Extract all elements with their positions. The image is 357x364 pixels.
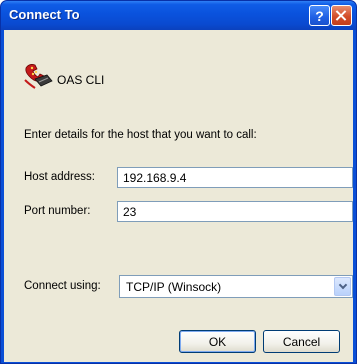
connect-to-dialog: Connect To ? OAS CLI Enter details for t… — [0, 0, 357, 364]
port-number-input[interactable] — [117, 201, 353, 222]
connect-using-select[interactable]: TCP/IP (Winsock) — [119, 275, 353, 298]
dropdown-button[interactable] — [334, 277, 351, 296]
connect-using-value: TCP/IP (Winsock) — [126, 280, 222, 294]
title-bar[interactable]: Connect To ? — [1, 1, 356, 30]
instruction-text: Enter details for the host that you want… — [24, 129, 257, 141]
phone-connection-icon — [24, 64, 53, 89]
dialog-body: OAS CLI Enter details for the host that … — [4, 30, 353, 362]
host-address-label: Host address: — [24, 171, 95, 183]
help-button[interactable]: ? — [309, 5, 330, 26]
chevron-down-icon — [338, 280, 347, 290]
port-number-label: Port number: — [24, 205, 91, 217]
window-title: Connect To — [9, 7, 80, 22]
close-button[interactable] — [331, 5, 352, 26]
connect-using-label: Connect using: — [24, 280, 101, 292]
connection-name: OAS CLI — [57, 73, 105, 87]
close-icon — [336, 10, 347, 21]
help-icon: ? — [315, 7, 324, 24]
cancel-button[interactable]: Cancel — [263, 330, 340, 353]
host-address-input[interactable] — [117, 167, 353, 188]
ok-button[interactable]: OK — [179, 330, 256, 353]
